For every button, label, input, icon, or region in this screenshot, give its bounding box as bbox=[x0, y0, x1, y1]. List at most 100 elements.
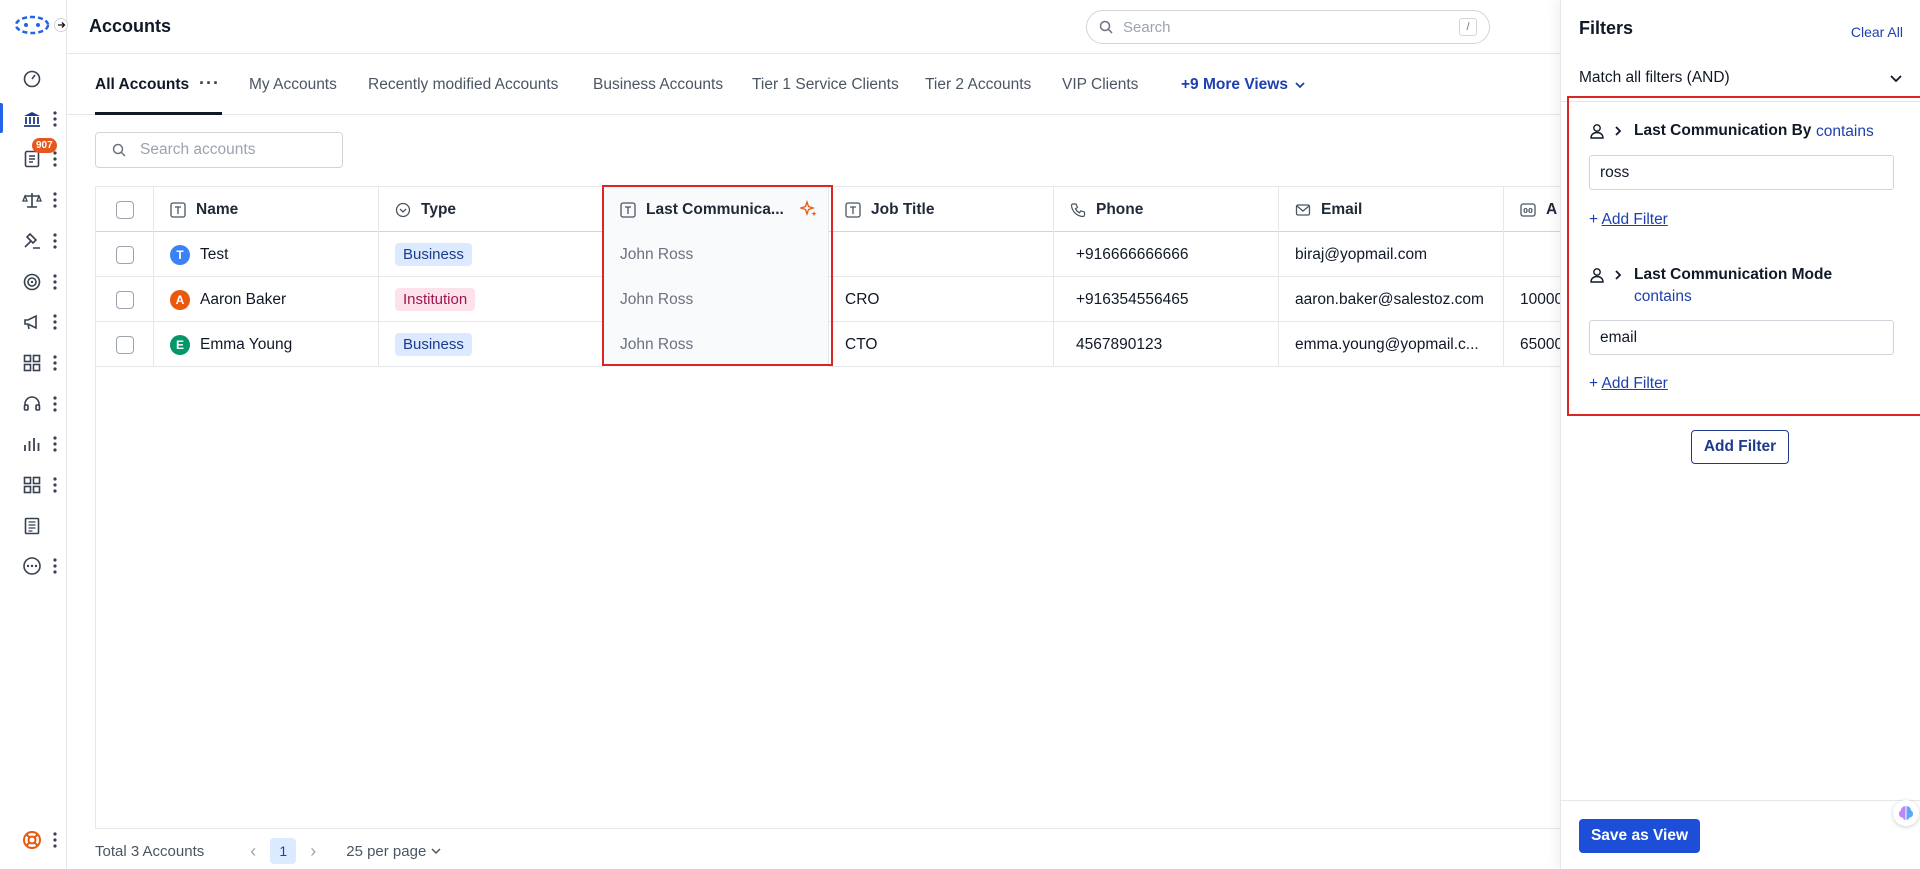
column-header-last-communication[interactable]: Last Communica... bbox=[604, 187, 829, 232]
last-communication-cell[interactable]: John Ross bbox=[604, 322, 829, 367]
tab-vip-clients[interactable]: VIP Clients bbox=[1062, 76, 1138, 94]
ai-assistant-button[interactable] bbox=[1893, 800, 1919, 826]
tab-business-accounts[interactable]: Business Accounts bbox=[593, 76, 723, 94]
sidebar-item-more-circle[interactable] bbox=[0, 548, 67, 582]
job-title-cell[interactable] bbox=[829, 232, 1054, 277]
more-options-icon[interactable] bbox=[52, 476, 58, 494]
last-communication-cell[interactable]: John Ross bbox=[604, 277, 829, 322]
more-options-icon[interactable] bbox=[52, 313, 58, 331]
email-cell[interactable]: aaron.baker@salestoz.com bbox=[1279, 277, 1504, 322]
search-accounts-input[interactable]: Search accounts bbox=[95, 132, 343, 168]
account-name[interactable]: Aaron Baker bbox=[200, 291, 286, 309]
app-logo[interactable] bbox=[14, 14, 68, 36]
tab-tier-1-service-clients[interactable]: Tier 1 Service Clients bbox=[752, 76, 899, 94]
sidebar-item-apps[interactable] bbox=[0, 345, 67, 379]
clear-all-link[interactable]: Clear All bbox=[1851, 24, 1903, 40]
last-communication-cell[interactable]: John Ross bbox=[604, 232, 829, 277]
more-views-dropdown[interactable]: +9 More Views bbox=[1181, 76, 1306, 94]
name-cell[interactable]: E Emma Young bbox=[154, 322, 379, 367]
more-options-icon[interactable] bbox=[52, 435, 58, 453]
extra-cell[interactable]: 10000 bbox=[1504, 277, 1561, 322]
more-options-icon[interactable] bbox=[52, 232, 58, 250]
chevron-right-icon[interactable] bbox=[1612, 269, 1624, 281]
column-header-phone[interactable]: Phone bbox=[1054, 187, 1279, 232]
current-page-button[interactable]: 1 bbox=[270, 838, 297, 864]
name-cell[interactable]: A Aaron Baker bbox=[154, 277, 379, 322]
global-search-input[interactable]: Search / bbox=[1086, 10, 1490, 44]
select-all-checkbox[interactable] bbox=[116, 200, 134, 219]
sidebar-item-bank[interactable] bbox=[0, 101, 67, 135]
tab-recently-modified-accounts[interactable]: Recently modified Accounts bbox=[368, 76, 558, 94]
add-sub-filter-link[interactable]: + Add Filter bbox=[1589, 211, 1668, 229]
more-options-icon[interactable] bbox=[52, 831, 58, 849]
type-cell[interactable]: Institution bbox=[379, 277, 604, 322]
sidebar-item-document[interactable]: 907 bbox=[0, 138, 67, 175]
row-checkbox[interactable] bbox=[116, 245, 134, 264]
email-cell[interactable]: emma.young@yopmail.c... bbox=[1279, 322, 1504, 367]
active-tab-indicator bbox=[95, 112, 222, 115]
sidebar-item-gavel[interactable] bbox=[0, 223, 67, 257]
account-name[interactable]: Emma Young bbox=[200, 336, 292, 354]
expand-arrow-icon[interactable] bbox=[54, 18, 68, 32]
more-options-icon[interactable] bbox=[52, 557, 58, 575]
row-select-cell bbox=[96, 232, 154, 277]
sidebar-item-apps[interactable] bbox=[0, 467, 67, 501]
chevron-down-icon bbox=[1890, 75, 1902, 83]
column-header-job-title[interactable]: Job Title bbox=[829, 187, 1054, 232]
extra-cell[interactable]: 65000 bbox=[1504, 322, 1561, 367]
job-title-cell[interactable]: CTO bbox=[829, 322, 1054, 367]
account-name[interactable]: Test bbox=[200, 246, 228, 264]
job-title-cell[interactable]: CRO bbox=[829, 277, 1054, 322]
more-options-icon[interactable] bbox=[52, 191, 58, 209]
filter-value-input[interactable]: email bbox=[1589, 320, 1894, 355]
table-row[interactable]: E Emma Young Business John Ross CTO 456789012… bbox=[96, 322, 1561, 367]
sidebar-item-headset[interactable] bbox=[0, 386, 67, 420]
tab-options-icon[interactable]: ··· bbox=[199, 74, 220, 92]
more-options-icon[interactable] bbox=[52, 354, 58, 372]
tab-all-accounts[interactable]: All Accounts bbox=[95, 76, 189, 94]
page-title: Accounts bbox=[89, 16, 172, 36]
email-cell[interactable]: biraj@yopmail.com bbox=[1279, 232, 1504, 277]
sidebar-item-help[interactable] bbox=[0, 822, 67, 856]
save-as-view-button[interactable]: Save as View bbox=[1579, 819, 1700, 853]
column-header-name[interactable]: Name bbox=[154, 187, 379, 232]
tab-tier-2-accounts[interactable]: Tier 2 Accounts bbox=[925, 76, 1031, 94]
sidebar-item-dashboard[interactable] bbox=[0, 60, 67, 94]
column-header-type[interactable]: Type bbox=[379, 187, 604, 232]
row-checkbox[interactable] bbox=[116, 290, 134, 309]
bar-chart-icon bbox=[24, 438, 40, 452]
sidebar-item-target[interactable] bbox=[0, 264, 67, 298]
more-options-icon[interactable] bbox=[52, 110, 58, 128]
next-page-button[interactable]: › bbox=[310, 841, 316, 862]
phone-cell[interactable]: +916354556465 bbox=[1054, 277, 1279, 322]
phone-cell[interactable]: +916666666666 bbox=[1054, 232, 1279, 277]
match-mode-select[interactable]: Match all filters (AND) bbox=[1561, 54, 1920, 102]
column-header-email[interactable]: Email bbox=[1279, 187, 1504, 232]
add-sub-filter-link[interactable]: + Add Filter bbox=[1589, 375, 1668, 393]
filter-operator[interactable]: contains bbox=[1816, 123, 1874, 141]
prev-page-button[interactable]: ‹ bbox=[250, 841, 256, 862]
row-checkbox[interactable] bbox=[116, 335, 134, 354]
chevron-right-icon[interactable] bbox=[1612, 125, 1624, 137]
type-cell[interactable]: Business bbox=[379, 232, 604, 277]
sidebar-item-scale[interactable] bbox=[0, 182, 67, 216]
table-row[interactable]: A Aaron Baker Institution John Ross CRO +9163… bbox=[96, 277, 1561, 322]
type-cell[interactable]: Business bbox=[379, 322, 604, 367]
per-page-select[interactable]: 25 per page bbox=[346, 843, 442, 860]
ai-sparkle-icon[interactable] bbox=[800, 200, 818, 218]
column-header-extra[interactable]: 00 A bbox=[1504, 187, 1561, 232]
name-cell[interactable]: T Test bbox=[154, 232, 379, 277]
phone-cell[interactable]: 4567890123 bbox=[1054, 322, 1279, 367]
extra-cell[interactable] bbox=[1504, 232, 1561, 277]
sidebar-item-megaphone[interactable] bbox=[0, 304, 67, 338]
filter-operator[interactable]: contains bbox=[1634, 288, 1692, 306]
more-options-icon[interactable] bbox=[52, 395, 58, 413]
more-options-icon[interactable] bbox=[52, 273, 58, 291]
sidebar-item-report[interactable] bbox=[0, 508, 67, 542]
filter-value-input[interactable]: ross bbox=[1589, 155, 1894, 190]
tab-my-accounts[interactable]: My Accounts bbox=[249, 76, 337, 94]
sidebar-item-bar-chart[interactable] bbox=[0, 426, 67, 460]
add-filter-button[interactable]: Add Filter bbox=[1691, 430, 1789, 464]
more-options-icon[interactable] bbox=[52, 150, 58, 168]
table-row[interactable]: T Test Business John Ross +916666666666 biraj… bbox=[96, 232, 1560, 277]
